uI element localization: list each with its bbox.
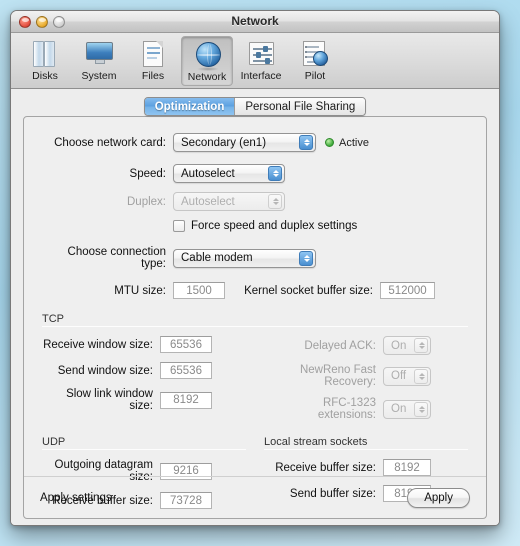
pilot-icon [299,39,331,69]
kernel-buffer-label: Kernel socket buffer size: [244,284,373,297]
mtu-input[interactable]: 1500 [173,282,225,299]
chevron-updown-icon [299,250,313,266]
tab-optimization[interactable]: Optimization [144,98,235,115]
speed-row: Speed: Autoselect [42,164,468,183]
tcp-newreno-value: Off [391,370,407,382]
force-speed-duplex-checkbox[interactable] [173,220,185,232]
tcp-delayed-ack-row: Delayed ACK: On [264,336,468,355]
toolbar-item-network[interactable]: Network [181,36,233,86]
tcp-group-title: TCP [42,313,64,325]
toolbar-item-pilot[interactable]: Pilot [289,36,341,86]
speed-select[interactable]: Autoselect [173,164,285,183]
tcp-left-column: Receive window size: 65536 Send window s… [42,336,246,430]
network-card-label: Choose network card: [54,136,166,149]
udp-group-title: UDP [42,436,66,448]
network-card-select[interactable]: Secondary (en1) [173,133,316,152]
status-indicator-icon [325,138,334,147]
network-card-value: Secondary (en1) [181,136,267,149]
chevron-updown-icon [268,166,282,181]
tcp-rfc1323-label: RFC-1323 extensions: [317,397,376,421]
kernel-buffer-input[interactable]: 512000 [380,282,435,299]
connection-type-value: Cable modem [181,252,253,264]
local-stream-group-title: Local stream sockets [264,436,368,448]
tcp-delayed-ack-value: On [391,339,407,352]
tcp-rfc1323-select: On [383,399,431,419]
tcp-slow-link-row: Slow link window size: 8192 [42,388,246,412]
local-receive-row: Receive buffer size: 8192 [264,459,468,476]
chevron-updown-icon [414,338,428,353]
apply-button[interactable]: Apply [407,487,470,508]
tcp-receive-window-row: Receive window size: 65536 [42,336,246,353]
tcp-receive-window-label: Receive window size: [43,338,153,351]
duplex-select: Autoselect [173,192,285,211]
apply-bar: Apply settings Apply [24,476,486,518]
tcp-newreno-label: NewReno Fast Recovery: [299,364,376,388]
toolbar-label-files: Files [141,70,165,82]
force-speed-duplex-label: Force speed and duplex settings [191,220,358,232]
tab-personal-file-sharing[interactable]: Personal File Sharing [234,98,366,115]
connection-type-row: Choose connection type: Cable modem [42,246,468,270]
tcp-rfc1323-row: RFC-1323 extensions: On [264,397,468,421]
window-titlebar: Network [11,11,499,33]
force-speed-duplex-row[interactable]: Force speed and duplex settings [173,220,468,232]
duplex-row: Duplex: Autoselect [42,192,468,211]
tcp-separator [42,326,468,327]
sliders-icon [245,39,277,69]
toolbar-item-interface[interactable]: Interface [235,36,287,86]
mtu-label: MTU size: [114,284,166,297]
connection-type-label: Choose connection type: [67,246,166,270]
toolbar: Disks System Files Network Interface Pil… [11,33,499,89]
network-status: Active [325,137,369,149]
tcp-newreno-row: NewReno Fast Recovery: Off [264,364,468,388]
chevron-updown-icon [268,194,282,209]
toolbar-label-pilot: Pilot [304,70,326,82]
mtu-kernel-row: MTU size: 1500 Kernel socket buffer size… [42,282,468,299]
tcp-slow-link-input[interactable]: 8192 [160,391,212,409]
tcp-newreno-select: Off [383,366,431,386]
chevron-updown-icon [414,368,428,384]
toolbar-label-interface: Interface [240,70,282,82]
duplex-value: Autoselect [181,195,235,208]
network-preferences-window: Network Disks System Files Network Inter… [10,10,500,526]
window-title: Network [231,14,279,28]
toolbar-item-disks[interactable]: Disks [19,36,71,86]
toolbar-label-system: System [81,70,117,82]
tcp-columns: Receive window size: 65536 Send window s… [42,336,468,430]
local-stream-separator [264,449,468,450]
status-label: Active [339,136,369,149]
tcp-send-window-row: Send window size: 65536 [42,362,246,379]
tcp-delayed-ack-label: Delayed ACK: [304,339,376,352]
document-icon [137,39,169,69]
tcp-delayed-ack-select: On [383,336,431,355]
speed-value: Autoselect [181,167,235,180]
udp-separator [42,449,246,450]
network-card-row: Choose network card: Secondary (en1) Act… [42,133,468,152]
speed-label: Speed: [129,167,166,180]
connection-type-select[interactable]: Cable modem [173,248,316,268]
duplex-label: Duplex: [127,195,166,208]
chevron-updown-icon [299,135,313,150]
optimization-panel: Choose network card: Secondary (en1) Act… [23,116,487,519]
tcp-receive-window-input[interactable]: 65536 [160,336,212,353]
tcp-send-window-label: Send window size: [57,364,153,377]
toolbar-item-system[interactable]: System [73,36,125,86]
chevron-updown-icon [414,401,428,417]
toolbar-label-disks: Disks [32,70,58,82]
content-area: Optimization Personal File Sharing Choos… [11,89,499,525]
disks-icon [29,39,61,69]
globe-icon [191,40,223,71]
toolbar-label-network: Network [187,71,227,83]
tcp-rfc1323-value: On [391,403,407,415]
apply-settings-label: Apply settings [40,491,112,504]
local-receive-input[interactable]: 8192 [383,459,431,476]
tcp-send-window-input[interactable]: 65536 [160,362,212,379]
tab-strip: Optimization Personal File Sharing [23,97,487,116]
local-receive-label: Receive buffer size: [275,461,376,474]
monitor-icon [83,39,115,69]
tcp-slow-link-label: Slow link window size: [66,388,153,412]
toolbar-item-files[interactable]: Files [127,36,179,86]
tcp-right-column: Delayed ACK: On NewReno Fast Recovery: O… [264,336,468,430]
